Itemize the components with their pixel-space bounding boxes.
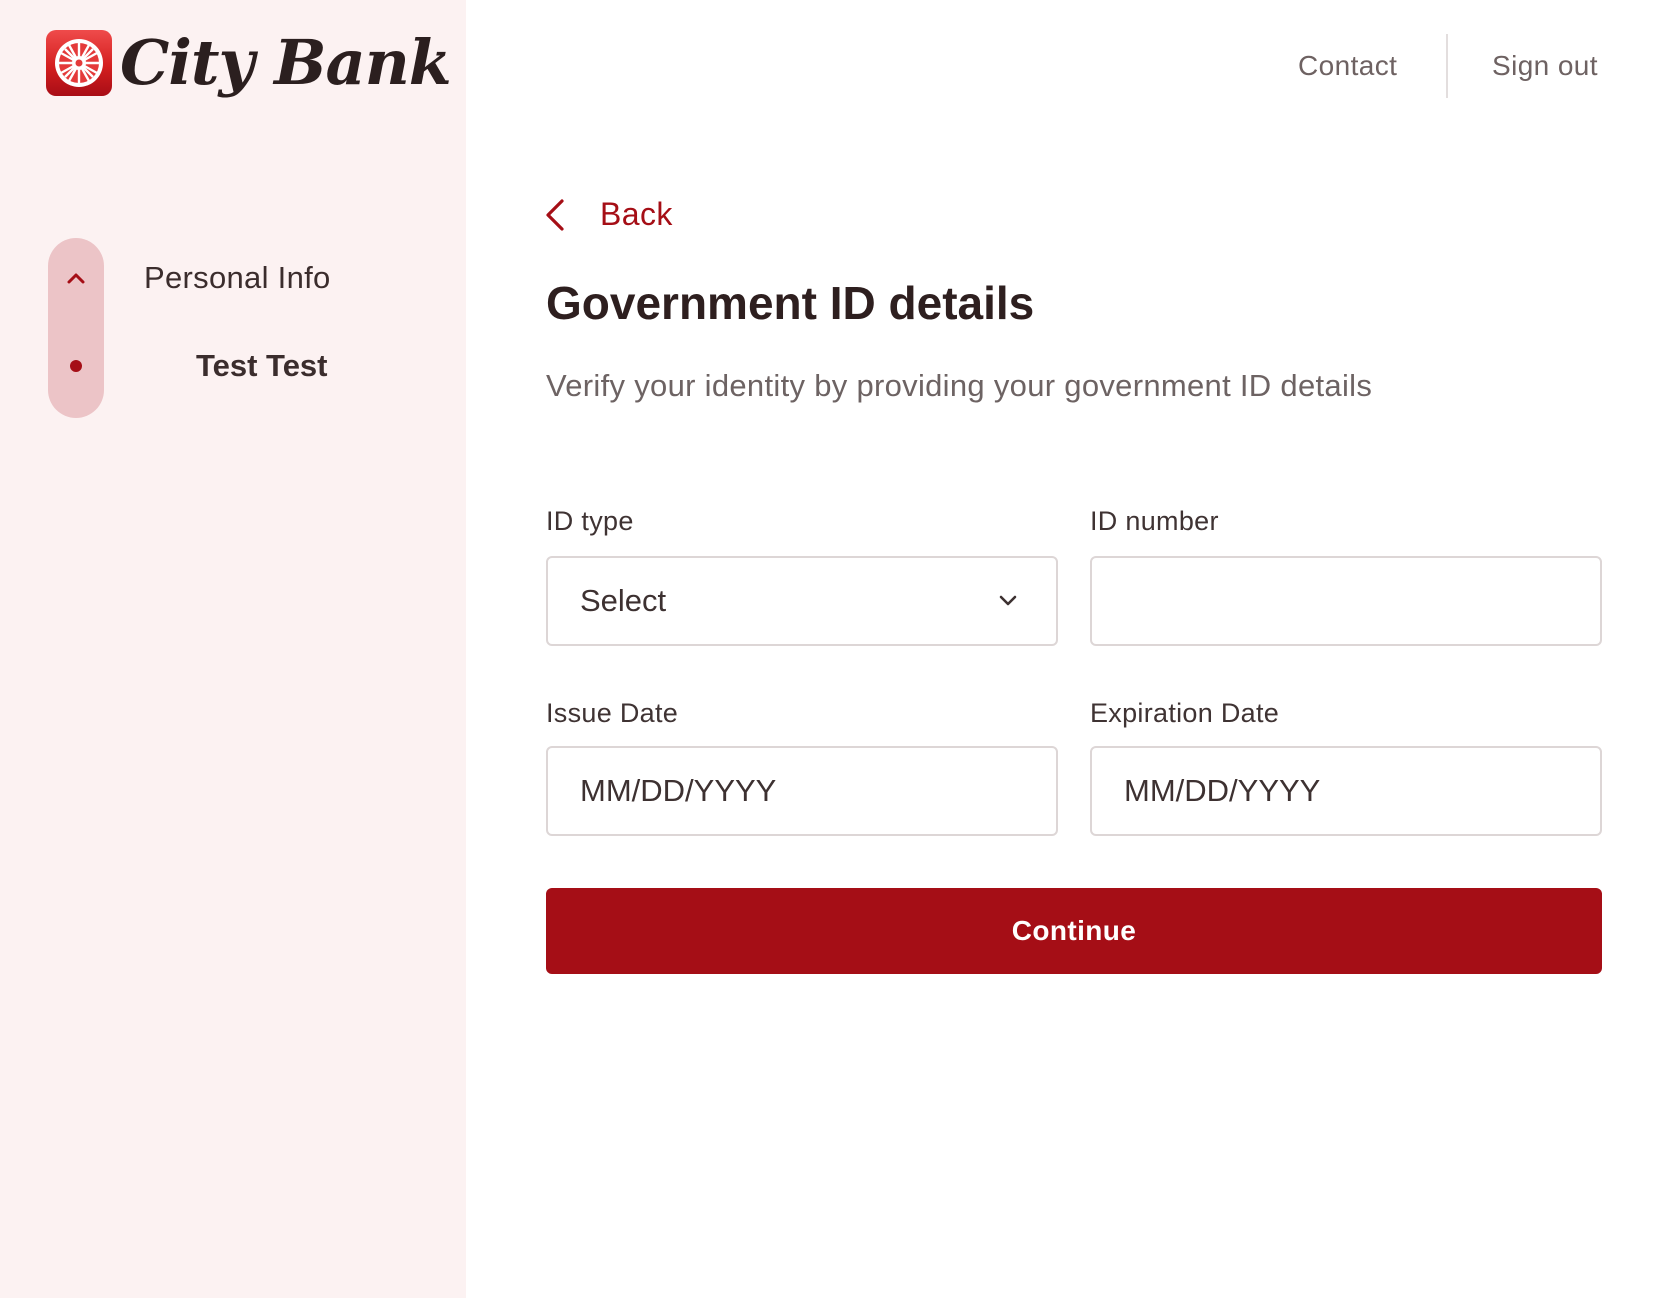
page-subtitle: Verify your identity by providing your g…	[546, 368, 1373, 403]
brand-name: City Bank	[120, 26, 452, 99]
nav-divider	[1446, 34, 1448, 98]
id-number-label: ID number	[1090, 506, 1219, 536]
issue-date-label: Issue Date	[546, 698, 679, 728]
id-type-value: Select	[580, 583, 667, 618]
app: City Bank Personal Info Test Test Contac…	[0, 0, 1654, 1298]
step-personal-info[interactable]: Personal Info	[144, 260, 331, 296]
id-type-select[interactable]: Select	[546, 556, 1058, 646]
chevron-up-icon[interactable]	[64, 268, 88, 288]
id-number-input[interactable]	[1090, 556, 1602, 646]
expiration-date-input[interactable]	[1090, 746, 1602, 836]
chevron-down-icon	[999, 595, 1017, 606]
city-bank-logo-icon	[46, 29, 112, 96]
step-progress-track	[48, 238, 104, 418]
chevron-left-icon	[546, 198, 564, 231]
substep-current[interactable]: Test Test	[196, 348, 328, 384]
expiration-date-label: Expiration Date	[1090, 698, 1280, 728]
continue-button[interactable]: Continue	[546, 888, 1602, 974]
issue-date-input[interactable]	[546, 746, 1058, 836]
logo[interactable]: City Bank	[46, 26, 452, 99]
sign-out-link[interactable]: Sign out	[1492, 50, 1598, 82]
page-title: Government ID details	[546, 277, 1035, 329]
back-button[interactable]: Back	[544, 196, 673, 233]
back-label: Back	[600, 196, 673, 232]
contact-link[interactable]: Contact	[1298, 50, 1397, 82]
sidebar: City Bank Personal Info Test Test	[0, 0, 466, 1298]
id-type-label: ID type	[546, 506, 634, 536]
current-step-dot	[70, 360, 82, 372]
